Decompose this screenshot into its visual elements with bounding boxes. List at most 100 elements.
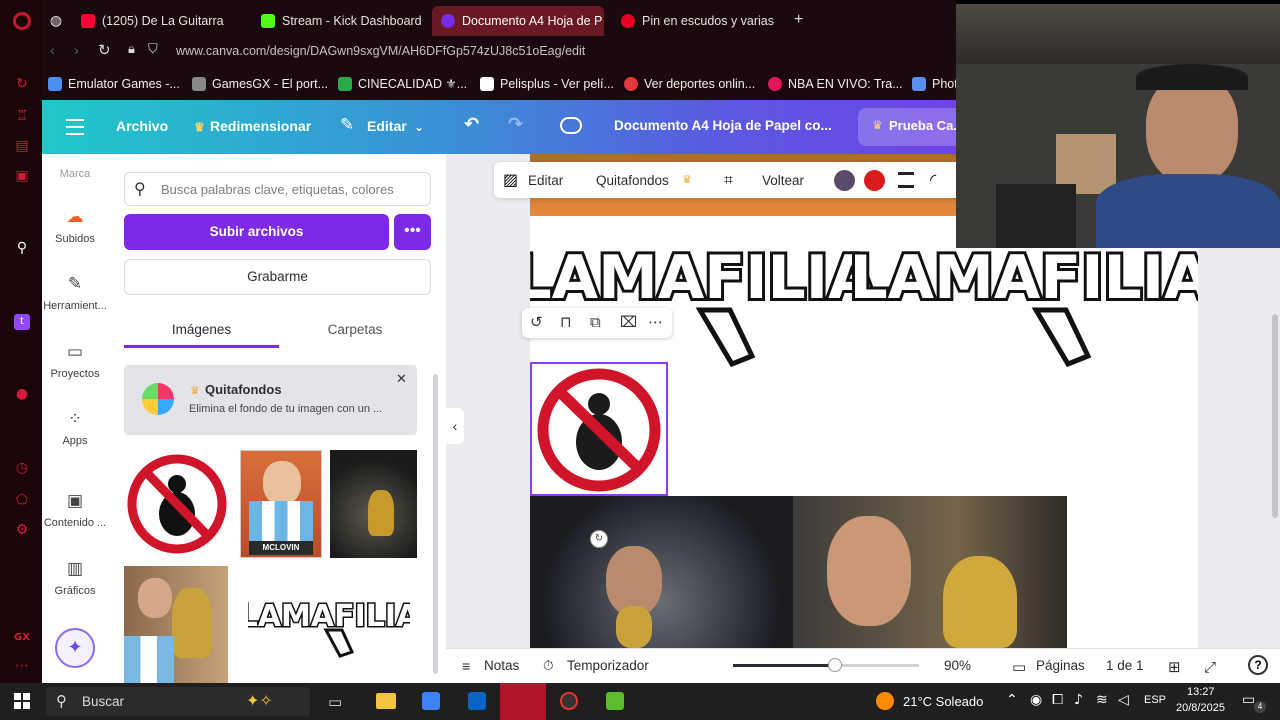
language-indicator[interactable]: ESP: [1144, 694, 1166, 706]
fullscreen-icon[interactable]: ⤢: [1204, 658, 1216, 676]
photo-messi-selfie[interactable]: [793, 496, 1067, 648]
cloud-saved-icon[interactable]: [560, 117, 582, 134]
trash-icon[interactable]: ⌧: [620, 313, 637, 331]
undo-icon[interactable]: ↶: [464, 114, 479, 135]
thumb-lamafilia-logo[interactable]: LAMAFILIA: [237, 582, 422, 662]
microphone-icon[interactable]: ♪: [1074, 692, 1083, 708]
redo-icon[interactable]: ↷: [508, 114, 523, 135]
speeddial-icon[interactable]: ▤: [14, 138, 30, 154]
archivo-menu[interactable]: Archivo: [116, 118, 168, 134]
messenger-icon[interactable]: ▣: [14, 168, 30, 184]
rail-item-proyectos[interactable]: ▭ Proyectos: [42, 342, 108, 380]
rail-item-subidos[interactable]: ☁ Subidos: [42, 207, 108, 245]
bookmark-item[interactable]: NBA EN VIVO: Tra...: [768, 74, 903, 94]
prueba-button[interactable]: ♛ Prueba Ca...: [858, 108, 964, 146]
record-button[interactable]: Grabarme: [124, 259, 431, 295]
app-icon[interactable]: [606, 692, 624, 710]
history-icon[interactable]: ↻: [14, 76, 30, 92]
search-input[interactable]: Busca palabras clave, etiquetas, colores: [161, 182, 394, 197]
canvas-scrollbar[interactable]: [1272, 314, 1278, 518]
more-options-icon[interactable]: •••: [394, 214, 431, 250]
selected-element[interactable]: [530, 362, 668, 496]
reload-icon[interactable]: ↻: [98, 41, 111, 59]
menu-icon[interactable]: [66, 117, 84, 137]
rail-item-herramientas[interactable]: ✎ Herramient...: [42, 274, 108, 312]
bookmark-item[interactable]: Pelisplus - Ver pelí...: [480, 74, 614, 94]
gx-icon[interactable]: GX: [14, 630, 30, 646]
rail-item-contenido[interactable]: ▣ Contenido ...: [42, 491, 108, 529]
chevron-up-icon[interactable]: ⌃: [1006, 692, 1018, 708]
more-icon[interactable]: ⋯: [14, 658, 30, 674]
color-swatch[interactable]: [864, 170, 885, 191]
game-icon[interactable]: ♖: [14, 108, 30, 124]
grid-view-icon[interactable]: ⊞: [1168, 658, 1181, 676]
upload-button[interactable]: Subir archivos: [124, 214, 389, 250]
tab-youtube[interactable]: (1205) De La Guitarra: [72, 6, 240, 36]
obs-icon[interactable]: [560, 692, 578, 710]
clock-date[interactable]: 20/8/2025: [1176, 702, 1225, 714]
thumb-messi-trophy[interactable]: [330, 450, 417, 558]
twitch-icon[interactable]: t: [14, 314, 30, 330]
flip-button[interactable]: Voltear: [762, 173, 804, 188]
photo-messi-kiss[interactable]: ↻: [530, 496, 793, 648]
corner-rounding-icon[interactable]: ◜: [930, 170, 936, 189]
taskbar-search[interactable]: ⚲ Buscar ✦✧: [46, 687, 310, 716]
collapse-panel-icon[interactable]: ‹: [446, 408, 464, 444]
outlook-icon[interactable]: [468, 692, 486, 710]
settings-icon[interactable]: ⚙: [14, 522, 30, 538]
search-box[interactable]: ⚲ Busca palabras clave, etiquetas, color…: [124, 172, 431, 206]
store-icon[interactable]: [422, 692, 440, 710]
tab-pinterest[interactable]: Pin en escudos y varias: [612, 6, 784, 36]
extensions-icon[interactable]: ⬠: [14, 492, 30, 508]
record-icon[interactable]: ◉: [1030, 692, 1042, 708]
magic-sparkle-icon[interactable]: ✦: [55, 628, 95, 668]
notes-button[interactable]: Notas: [484, 658, 519, 673]
redimensionar-button[interactable]: Redimensionar: [210, 118, 311, 134]
duplicate-icon[interactable]: ⧉: [590, 313, 601, 331]
rail-item-apps[interactable]: ⁘ Apps: [42, 409, 108, 447]
quitafondos-button[interactable]: Quitafondos: [596, 173, 669, 188]
back-icon[interactable]: ‹: [50, 42, 55, 58]
opera-gx-taskbar-icon[interactable]: [500, 683, 546, 720]
zoom-slider[interactable]: [733, 658, 919, 672]
editar-menu[interactable]: Editar: [367, 118, 407, 134]
task-view-icon[interactable]: ▭: [328, 693, 342, 711]
panel-scrollbar[interactable]: [433, 374, 438, 674]
bookmark-item[interactable]: Ver deportes onlin...: [624, 74, 755, 94]
camera-icon[interactable]: ⧠: [1052, 692, 1063, 708]
help-icon[interactable]: ?: [1248, 655, 1268, 675]
pages-button[interactable]: Páginas: [1036, 658, 1085, 673]
clock-icon[interactable]: ◷: [14, 460, 30, 476]
document-title[interactable]: Documento A4 Hoja de Papel co...: [614, 118, 832, 133]
file-explorer-icon[interactable]: [376, 693, 396, 709]
zoom-value[interactable]: 90%: [944, 658, 971, 673]
tab-carpetas[interactable]: Carpetas: [279, 322, 431, 337]
opera-logo-icon[interactable]: [13, 12, 31, 30]
thumb-mclovin[interactable]: MCLOVIN: [240, 450, 322, 558]
weather-text[interactable]: 21°C Soleado: [903, 694, 983, 709]
player-icon[interactable]: ●: [14, 386, 30, 402]
thumb-messi-cup[interactable]: [124, 566, 228, 683]
close-icon[interactable]: ✕: [396, 371, 407, 387]
bookmark-item[interactable]: CINECALIDAD ⚜...: [338, 74, 467, 94]
volume-icon[interactable]: ◁: [1118, 692, 1129, 708]
color-swatch[interactable]: [834, 170, 855, 191]
url-field[interactable]: www.canva.com/design/DAGwn9sxgVM/AH6DFfG…: [176, 44, 585, 58]
forward-icon[interactable]: ›: [74, 42, 79, 58]
bookmark-item[interactable]: GamesGX - El port...: [192, 74, 328, 94]
wifi-icon[interactable]: ≋: [1096, 692, 1108, 708]
rail-item-graficos[interactable]: ▥ Gráficos: [42, 559, 108, 597]
tab-kick[interactable]: Stream - Kick Dashboard: [252, 6, 428, 36]
clock-time[interactable]: 13:27: [1187, 686, 1215, 698]
timer-button[interactable]: Temporizador: [567, 658, 649, 673]
border-style-icon[interactable]: [898, 172, 914, 188]
quitafondos-promo[interactable]: ♛ Quitafondos Elimina el fondo de tu ima…: [124, 365, 417, 435]
security-icon[interactable]: ⛉: [148, 42, 158, 57]
tab-imagenes[interactable]: Imágenes: [124, 322, 279, 337]
bookmark-item[interactable]: Emulator Games -...: [48, 74, 180, 94]
marca-label[interactable]: Marca: [42, 168, 108, 180]
new-tab-icon[interactable]: +: [794, 11, 803, 29]
more-icon[interactable]: ⋯: [648, 313, 663, 331]
rotate-icon[interactable]: ↻: [590, 530, 608, 548]
windows-start-icon[interactable]: [14, 693, 30, 709]
